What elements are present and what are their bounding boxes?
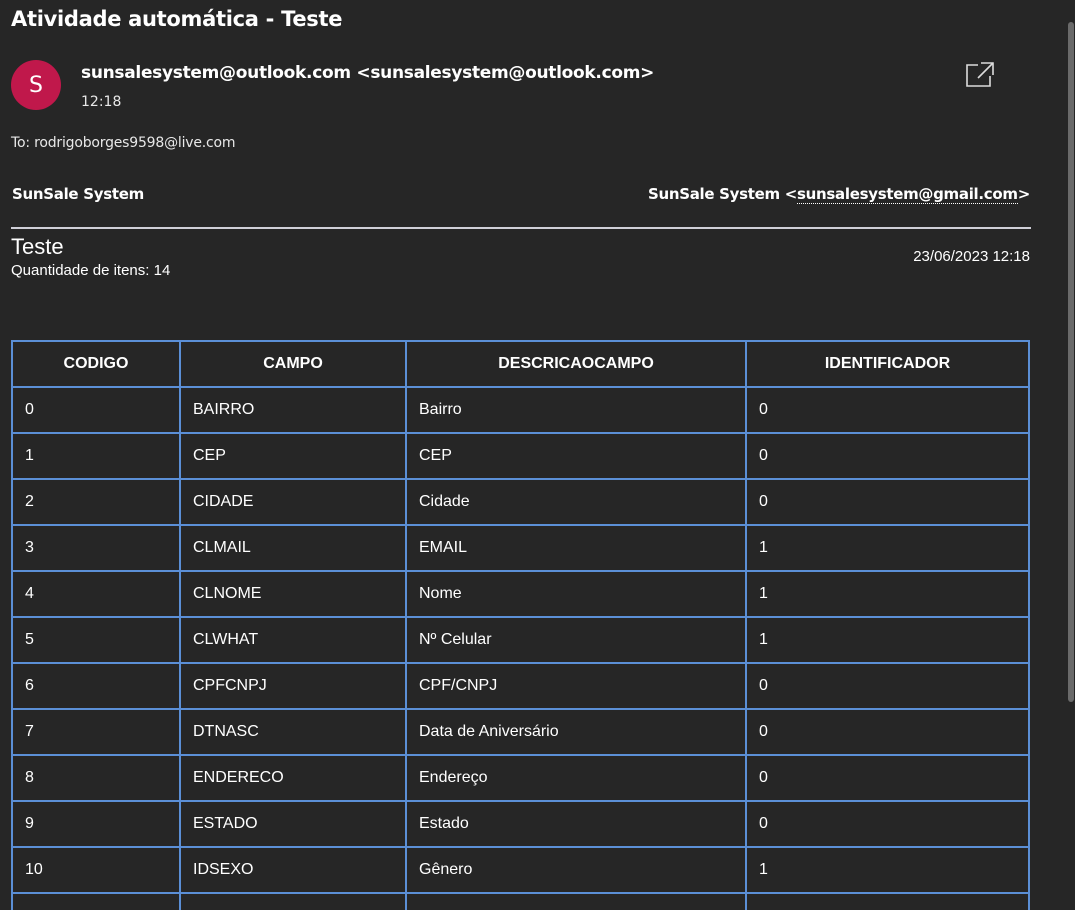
cell-identificador: 0 [746, 479, 1029, 525]
table-header-row: CODIGO CAMPO DESCRICAOCAMPO IDENTIFICADO… [12, 341, 1029, 387]
email-subject: Atividade automática - Teste [11, 7, 343, 31]
cell-campo: CLNOME [180, 571, 406, 617]
sender-avatar[interactable]: S [11, 60, 61, 110]
cell-identificador: 1 [746, 571, 1029, 617]
cell-codigo: 0 [12, 387, 180, 433]
cell-descricao: Data de Aniversário [406, 709, 746, 755]
cell-campo: CLWHAT [180, 617, 406, 663]
column-header: CAMPO [180, 341, 406, 387]
report-date: 23/06/2023 12:18 [913, 248, 1030, 265]
header-divider [11, 227, 1031, 229]
table-row: 9 ESTADO Estado 0 [12, 801, 1029, 847]
cell-descricao: Cidade [406, 479, 746, 525]
cell-codigo [12, 893, 180, 910]
cell-codigo: 7 [12, 709, 180, 755]
table-row: 3 CLMAIL EMAIL 1 [12, 525, 1029, 571]
cell-descricao: Bairro [406, 387, 746, 433]
table-row: 2 CIDADE Cidade 0 [12, 479, 1029, 525]
table-row: 7 DTNASC Data de Aniversário 0 [12, 709, 1029, 755]
cell-campo: IDSEXO [180, 847, 406, 893]
column-header: CODIGO [12, 341, 180, 387]
cell-descricao [406, 893, 746, 910]
brand-email-link[interactable]: sunsalesystem@gmail.com [797, 185, 1018, 204]
cell-descricao: Nome [406, 571, 746, 617]
brand-name: SunSale System [12, 185, 144, 203]
cell-campo: CIDADE [180, 479, 406, 525]
column-header: IDENTIFICADOR [746, 341, 1029, 387]
cell-campo: ENDERECO [180, 755, 406, 801]
cell-descricao: Nº Celular [406, 617, 746, 663]
cell-identificador: 0 [746, 801, 1029, 847]
report-item-count: Quantidade de itens: 14 [11, 262, 171, 279]
cell-codigo: 2 [12, 479, 180, 525]
cell-codigo: 9 [12, 801, 180, 847]
cell-identificador: 1 [746, 525, 1029, 571]
column-header: DESCRICAOCAMPO [406, 341, 746, 387]
cell-descricao: Endereço [406, 755, 746, 801]
cell-campo: CPFCNPJ [180, 663, 406, 709]
cell-campo: BAIRRO [180, 387, 406, 433]
report-title: Teste [11, 234, 64, 259]
table-row: 4 CLNOME Nome 1 [12, 571, 1029, 617]
fields-table: CODIGO CAMPO DESCRICAOCAMPO IDENTIFICADO… [11, 340, 1030, 910]
cell-descricao: Estado [406, 801, 746, 847]
sender-address[interactable]: sunsalesystem@outlook.com <sunsalesystem… [81, 63, 654, 83]
table-row: 10 IDSEXO Gênero 1 [12, 847, 1029, 893]
table-row: 0 BAIRRO Bairro 0 [12, 387, 1029, 433]
cell-campo: ESTADO [180, 801, 406, 847]
cell-identificador: 1 [746, 617, 1029, 663]
cell-identificador: 0 [746, 663, 1029, 709]
recipient-line: To: rodrigoborges9598@live.com [11, 135, 236, 151]
cell-codigo: 1 [12, 433, 180, 479]
cell-codigo: 8 [12, 755, 180, 801]
brand-contact: SunSale System <sunsalesystem@gmail.com> [647, 185, 1031, 204]
cell-campo [180, 893, 406, 910]
table-row [12, 893, 1029, 910]
cell-codigo: 4 [12, 571, 180, 617]
email-time: 12:18 [81, 94, 122, 110]
cell-descricao: EMAIL [406, 525, 746, 571]
cell-identificador: 0 [746, 755, 1029, 801]
cell-campo: DTNASC [180, 709, 406, 755]
cell-descricao: Gênero [406, 847, 746, 893]
cell-campo: CEP [180, 433, 406, 479]
cell-descricao: CPF/CNPJ [406, 663, 746, 709]
cell-campo: CLMAIL [180, 525, 406, 571]
cell-codigo: 3 [12, 525, 180, 571]
table-row: 6 CPFCNPJ CPF/CNPJ 0 [12, 663, 1029, 709]
cell-identificador: 0 [746, 387, 1029, 433]
email-reading-pane: Atividade automática - Teste S sunsalesy… [0, 0, 1075, 910]
cell-descricao: CEP [406, 433, 746, 479]
brand-contact-suffix: > [1017, 185, 1031, 203]
cell-codigo: 6 [12, 663, 180, 709]
brand-contact-prefix: SunSale System < [647, 185, 798, 203]
table-row: 5 CLWHAT Nº Celular 1 [12, 617, 1029, 663]
scrollbar-thumb[interactable] [1068, 22, 1074, 702]
vertical-scrollbar[interactable] [1067, 22, 1075, 910]
cell-identificador: 1 [746, 847, 1029, 893]
cell-identificador: 0 [746, 709, 1029, 755]
cell-identificador: 0 [746, 433, 1029, 479]
cell-codigo: 10 [12, 847, 180, 893]
table-row: 8 ENDERECO Endereço 0 [12, 755, 1029, 801]
table-row: 1 CEP CEP 0 [12, 433, 1029, 479]
cell-codigo: 5 [12, 617, 180, 663]
cell-identificador [746, 893, 1029, 910]
open-in-new-window-icon[interactable] [964, 60, 996, 90]
